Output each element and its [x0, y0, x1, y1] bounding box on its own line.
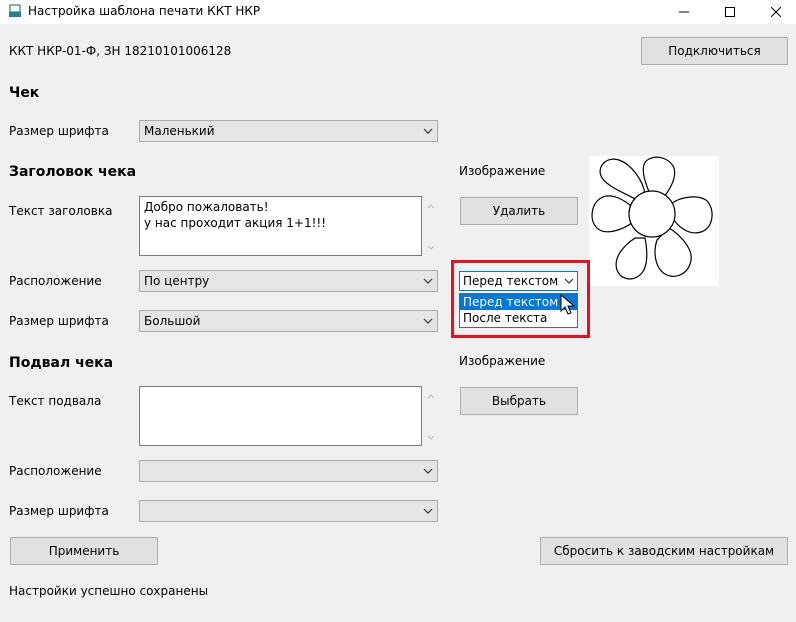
- header-font-size-label: Размер шрифта: [9, 314, 109, 328]
- footer-image-label: Изображение: [459, 354, 546, 368]
- header-position-value: По центру: [144, 274, 210, 288]
- footer-font-size-combo[interactable]: [139, 500, 438, 522]
- close-button[interactable]: [753, 0, 796, 24]
- footer-position-combo[interactable]: [139, 460, 438, 482]
- mouse-cursor-icon: [560, 293, 576, 319]
- header-position-label: Расположение: [9, 274, 102, 288]
- receipt-heading: Чек: [9, 85, 40, 101]
- header-image-label: Изображение: [459, 164, 546, 178]
- minimize-button[interactable]: [661, 0, 707, 24]
- receipt-font-size-value: Маленький: [144, 124, 215, 138]
- scroll-up-icon[interactable]: [425, 390, 437, 402]
- header-image-preview: [589, 156, 719, 286]
- window-title: Настройка шаблона печати ККТ НКР: [28, 4, 261, 18]
- minimize-icon: [679, 11, 689, 13]
- scroll-down-icon[interactable]: [425, 431, 437, 443]
- delete-image-button[interactable]: Удалить: [460, 197, 578, 225]
- chevron-down-icon: [419, 501, 437, 521]
- scroll-down-icon[interactable]: [425, 241, 437, 253]
- chevron-down-icon: [419, 311, 437, 331]
- scroll-up-icon[interactable]: [425, 200, 437, 212]
- choose-image-button[interactable]: Выбрать: [460, 387, 578, 415]
- header-font-size-combo[interactable]: Большой: [139, 310, 438, 332]
- header-text-line: у нас проходит акция 1+1!!!: [144, 216, 327, 230]
- footer-text-label: Текст подвала: [9, 394, 102, 408]
- header-text-line: Добро пожаловать!: [144, 200, 269, 214]
- maximize-icon: [725, 7, 735, 17]
- header-font-size-value: Большой: [144, 314, 201, 328]
- footer-position-label: Расположение: [9, 464, 102, 478]
- device-info: ККТ НКР-01-Ф, ЗН 18210101006128: [9, 44, 232, 58]
- header-heading: Заголовок чека: [9, 164, 137, 180]
- chevron-down-icon: [419, 121, 437, 141]
- close-icon: [771, 7, 781, 17]
- connect-button[interactable]: Подключиться: [641, 37, 788, 65]
- header-text-input[interactable]: Добро пожаловать! у нас проходит акция 1…: [139, 196, 422, 256]
- header-position-combo[interactable]: По центру: [139, 270, 438, 292]
- app-icon: [8, 4, 22, 18]
- header-text-label: Текст заголовка: [9, 204, 113, 218]
- chevron-down-icon: [419, 271, 437, 291]
- footer-heading: Подвал чека: [9, 355, 114, 371]
- maximize-button[interactable]: [707, 0, 753, 24]
- chevron-down-icon: [419, 461, 437, 481]
- reset-button[interactable]: Сбросить к заводским настройкам: [540, 537, 788, 565]
- status-message: Настройки успешно сохранены: [9, 584, 209, 598]
- footer-text-input[interactable]: [139, 386, 422, 446]
- apply-button[interactable]: Применить: [10, 537, 158, 565]
- footer-font-size-label: Размер шрифта: [9, 504, 109, 518]
- receipt-font-size-label: Размер шрифта: [9, 124, 109, 138]
- receipt-font-size-combo[interactable]: Маленький: [139, 120, 438, 142]
